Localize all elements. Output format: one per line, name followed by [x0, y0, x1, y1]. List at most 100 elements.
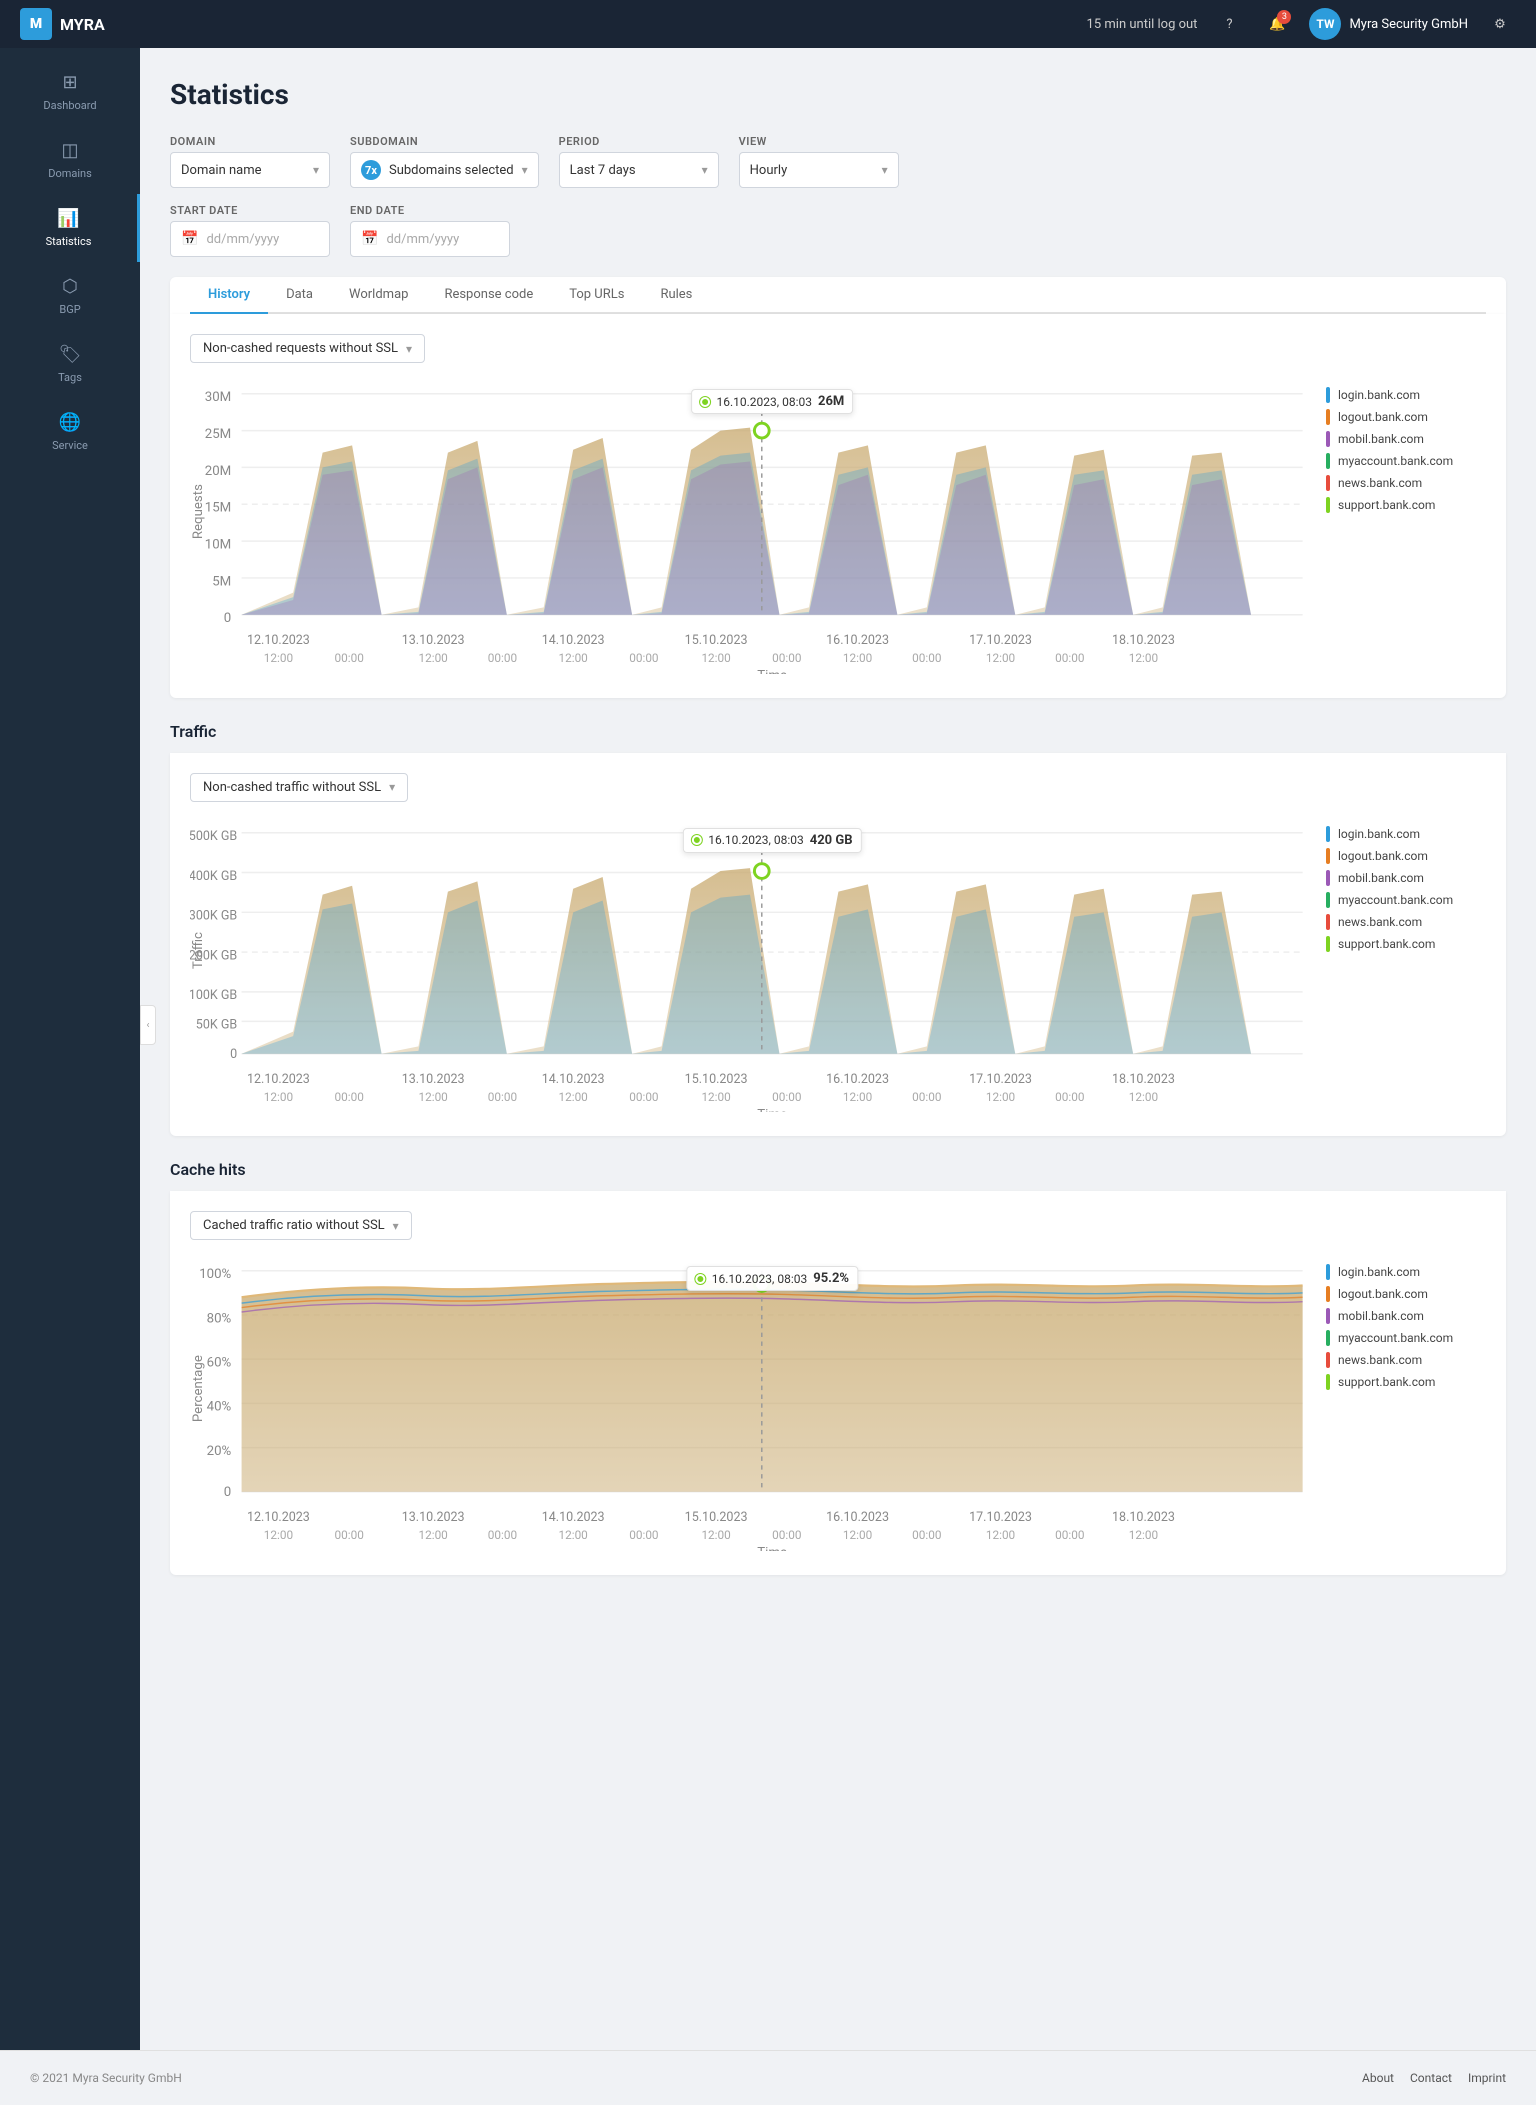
main-content: Statistics DOMAIN Domain name ▾ SUBDOMAI… [140, 48, 1536, 2050]
sidebar-item-dashboard[interactable]: ⊞ Dashboard [0, 58, 140, 126]
sidebar-item-label: BGP [59, 303, 80, 316]
svg-text:12:00: 12:00 [843, 651, 872, 665]
chevron-down-icon: ▾ [406, 342, 412, 356]
svg-text:14.10.2023: 14.10.2023 [542, 1511, 605, 1526]
start-date-placeholder: dd/mm/yyyy [206, 232, 279, 247]
sidebar-collapse-toggle[interactable]: ‹ [140, 1005, 156, 1045]
legend-label: support.bank.com [1338, 498, 1435, 512]
cache-chart-area: 16.10.2023, 08:03 95.2% 100% 8 [190, 1256, 1310, 1555]
svg-text:16.10.2023: 16.10.2023 [826, 1511, 889, 1526]
end-date-input[interactable]: 📅 dd/mm/yyyy [350, 221, 510, 257]
traffic-chart-wrap: 16.10.2023, 08:03 420 GB 500K GB [190, 818, 1486, 1117]
svg-text:17.10.2023: 17.10.2023 [969, 633, 1032, 648]
footer-link-about[interactable]: About [1362, 2071, 1394, 2085]
svg-text:00:00: 00:00 [1055, 1090, 1084, 1104]
svg-text:15M: 15M [205, 501, 231, 516]
legend-label: mobil.bank.com [1338, 1309, 1424, 1323]
legend-label: logout.bank.com [1338, 1287, 1428, 1301]
svg-text:12:00: 12:00 [419, 1528, 448, 1542]
svg-text:Traffic: Traffic [191, 932, 206, 969]
legend-label: myaccount.bank.com [1338, 1331, 1453, 1345]
traffic-chart-svg: 16.10.2023, 08:03 420 GB 500K GB [190, 818, 1310, 1117]
legend-color [1326, 453, 1330, 469]
domain-select[interactable]: Domain name ▾ [170, 152, 330, 188]
requests-legend: login.bank.com logout.bank.com mobil.ban… [1326, 379, 1486, 513]
legend-label: logout.bank.com [1338, 849, 1428, 863]
bgp-icon: ⬡ [62, 276, 78, 297]
svg-text:500K GB: 500K GB [190, 829, 237, 844]
sidebar-item-domains[interactable]: ◫ Domains [0, 126, 140, 194]
svg-text:12:00: 12:00 [1129, 1090, 1158, 1104]
user-settings-icon[interactable]: ⚙ [1484, 8, 1516, 40]
sidebar-item-tags[interactable]: 🏷 Tags [0, 330, 140, 398]
sidebar-item-statistics[interactable]: 📊 Statistics [0, 194, 140, 262]
requests-tooltip: 16.10.2023, 08:03 26M [691, 389, 853, 414]
date-row: START DATE 📅 dd/mm/yyyy END DATE 📅 dd/mm… [170, 204, 1506, 257]
subdomain-select[interactable]: 7x Subdomains selected ▾ [350, 152, 539, 188]
svg-text:12:00: 12:00 [419, 651, 448, 665]
filter-row: DOMAIN Domain name ▾ SUBDOMAIN 7x Subdom… [170, 135, 1506, 188]
legend-label: mobil.bank.com [1338, 871, 1424, 885]
sidebar-item-label: Service [52, 439, 88, 452]
sidebar-item-service[interactable]: 🌐 Service [0, 398, 140, 466]
tooltip-dot [692, 835, 702, 845]
avatar: TW [1309, 8, 1341, 40]
svg-text:18.10.2023: 18.10.2023 [1112, 1072, 1175, 1087]
requests-svg: 30M 25M 20M 15M 10M 5M 0 Requests [190, 379, 1310, 674]
svg-text:14.10.2023: 14.10.2023 [542, 633, 605, 648]
chevron-down-icon: ▾ [393, 1219, 399, 1233]
sidebar-item-bgp[interactable]: ⬡ BGP [0, 262, 140, 330]
period-select[interactable]: Last 7 days ▾ [559, 152, 719, 188]
svg-text:12.10.2023: 12.10.2023 [247, 633, 310, 648]
help-icon[interactable]: ? [1213, 8, 1245, 40]
tags-icon: 🏷 [59, 344, 82, 365]
subdomain-badge: 7x [361, 160, 381, 180]
sidebar-item-label: Domains [48, 167, 92, 180]
svg-text:15.10.2023: 15.10.2023 [685, 1072, 748, 1087]
svg-text:0: 0 [230, 1047, 237, 1062]
svg-text:12.10.2023: 12.10.2023 [247, 1072, 310, 1087]
cache-dropdown[interactable]: Cached traffic ratio without SSL ▾ [190, 1211, 412, 1240]
legend-item: login.bank.com [1326, 387, 1486, 403]
requests-chart-wrap: 16.10.2023, 08:03 26M 30M 25M 20M 15M 10… [190, 379, 1486, 678]
tab-worldmap[interactable]: Worldmap [331, 277, 426, 314]
svg-text:15.10.2023: 15.10.2023 [685, 1511, 748, 1526]
notifications-button[interactable]: 🔔 3 [1261, 8, 1293, 40]
traffic-dropdown[interactable]: Non-cashed traffic without SSL ▾ [190, 773, 408, 802]
svg-text:00:00: 00:00 [629, 1090, 658, 1104]
legend-item: logout.bank.com [1326, 409, 1486, 425]
svg-text:12:00: 12:00 [419, 1090, 448, 1104]
svg-text:00:00: 00:00 [912, 1528, 941, 1542]
requests-tooltip-time: 16.10.2023, 08:03 [716, 395, 812, 409]
svg-text:12:00: 12:00 [264, 651, 293, 665]
svg-text:12:00: 12:00 [986, 651, 1015, 665]
start-date-input[interactable]: 📅 dd/mm/yyyy [170, 221, 330, 257]
cache-tooltip-time: 16.10.2023, 08:03 [712, 1272, 808, 1286]
period-label: PERIOD [559, 135, 719, 148]
user-menu[interactable]: TW Myra Security GmbH [1309, 8, 1468, 40]
requests-dropdown-label: Non-cashed requests without SSL [203, 341, 398, 356]
legend-item: logout.bank.com [1326, 1286, 1486, 1302]
legend-item: myaccount.bank.com [1326, 453, 1486, 469]
requests-dropdown[interactable]: Non-cashed requests without SSL ▾ [190, 334, 425, 363]
svg-text:14.10.2023: 14.10.2023 [542, 1072, 605, 1087]
svg-text:20%: 20% [207, 1444, 232, 1459]
requests-chart-area: 16.10.2023, 08:03 26M 30M 25M 20M 15M 10… [190, 379, 1310, 678]
svg-text:20M: 20M [205, 464, 231, 479]
sidebar-item-label: Dashboard [43, 99, 96, 112]
traffic-svg: 500K GB 400K GB 300K GB 200K GB 100K GB … [190, 818, 1310, 1113]
tab-rules[interactable]: Rules [642, 277, 710, 314]
tab-history[interactable]: History [190, 277, 268, 314]
tab-data[interactable]: Data [268, 277, 331, 314]
svg-text:80%: 80% [207, 1312, 232, 1327]
footer-link-imprint[interactable]: Imprint [1468, 2071, 1506, 2085]
view-select[interactable]: Hourly ▾ [739, 152, 899, 188]
footer-link-contact[interactable]: Contact [1410, 2071, 1452, 2085]
sidebar: ⊞ Dashboard ◫ Domains 📊 Statistics ⬡ BGP… [0, 48, 140, 2050]
logo[interactable]: M MYRA [20, 8, 105, 40]
legend-label: login.bank.com [1338, 388, 1420, 402]
tab-response-code[interactable]: Response code [426, 277, 551, 314]
tab-top-urls[interactable]: Top URLs [551, 277, 642, 314]
legend-color [1326, 1264, 1330, 1280]
svg-text:12:00: 12:00 [559, 1090, 588, 1104]
